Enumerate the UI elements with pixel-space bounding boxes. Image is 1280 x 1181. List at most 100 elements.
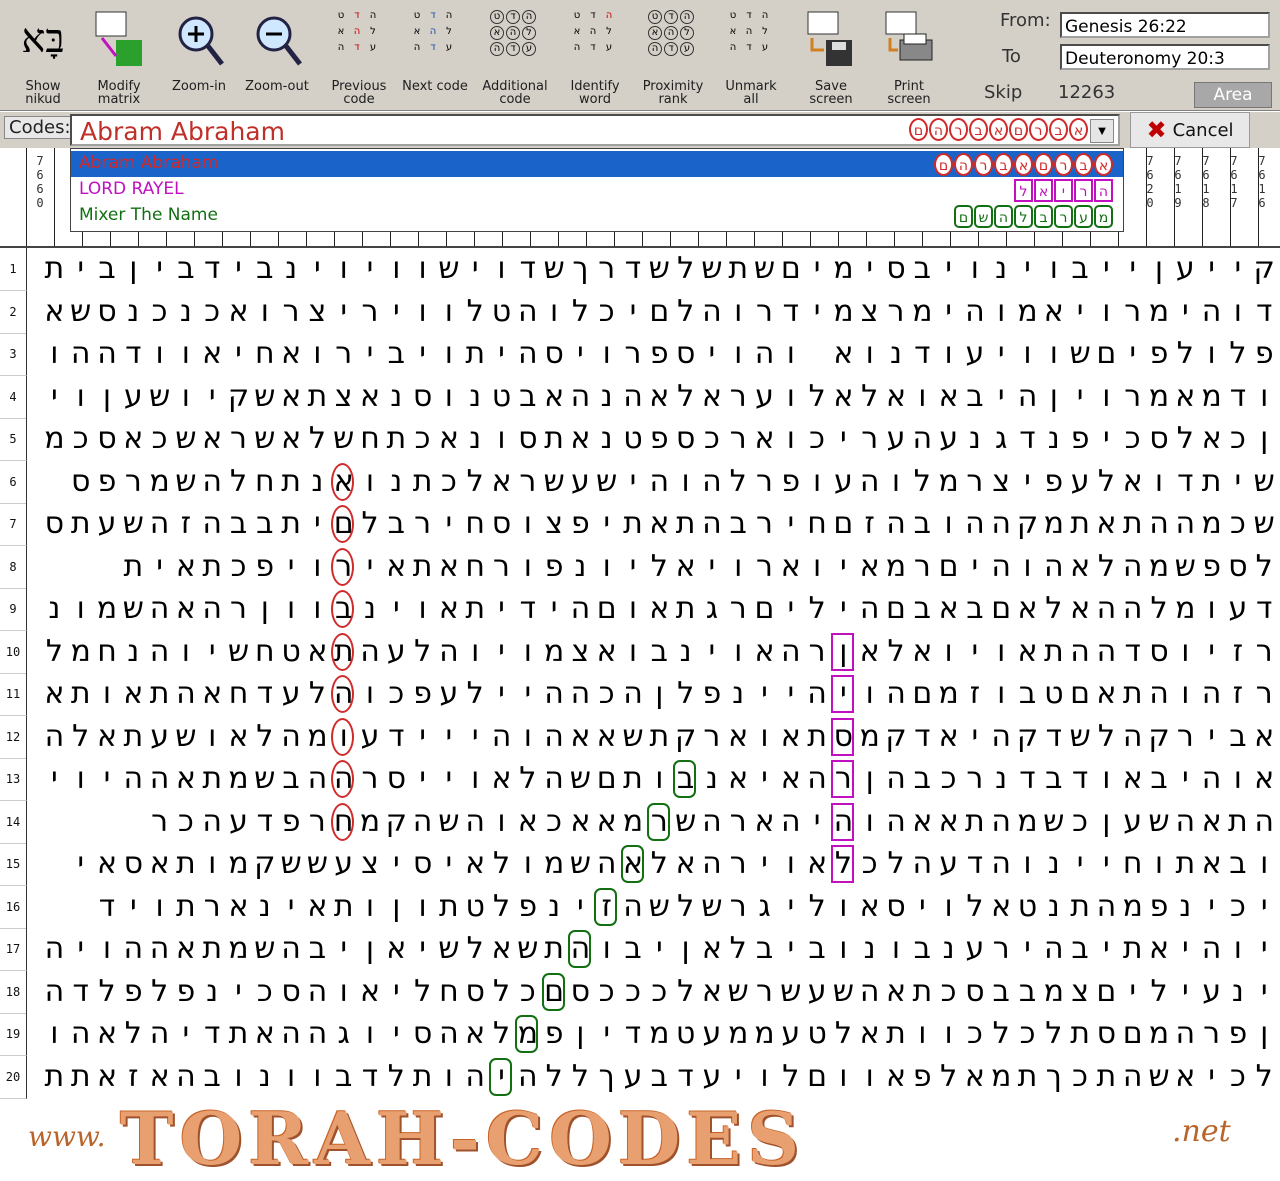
matrix-letter[interactable]: כ [936,971,961,1013]
matrix-letter[interactable]: ה [1094,631,1119,673]
matrix-letter[interactable]: כ [173,801,198,843]
matrix-letter[interactable]: א [910,631,935,673]
matrix-letter[interactable]: ו [515,503,540,545]
matrix-letter[interactable]: ה [621,886,646,928]
matrix-letter[interactable]: ה [1120,1056,1145,1098]
matrix-letter[interactable]: מ [857,716,882,758]
matrix-letter[interactable]: י [621,546,646,588]
matrix-letter[interactable]: ע [147,716,172,758]
identify-word-button[interactable]: ט ד ה א ה ל ה ד ע Identify word [560,4,630,106]
matrix-letter[interactable]: ר [331,333,356,375]
matrix-letter[interactable]: ר [515,461,540,503]
matrix-letter[interactable]: ע [384,631,409,673]
matrix-letter[interactable]: ד [778,291,803,333]
matrix-letter[interactable]: כ [647,971,672,1013]
matrix-letter[interactable]: מ [542,843,567,885]
matrix-letter[interactable]: ת [410,461,435,503]
matrix-letter[interactable]: מ [42,418,67,460]
matrix-letter[interactable]: ב [1147,758,1172,800]
matrix-letter[interactable]: ח [358,418,383,460]
matrix-letter[interactable]: ה [279,716,304,758]
matrix-letter[interactable]: ו [305,1056,330,1098]
matrix-letter[interactable]: נ [252,1056,277,1098]
matrix-letter[interactable]: א [673,546,698,588]
matrix-letter[interactable]: א [1147,928,1172,970]
dropdown-item[interactable]: Mixer The Name ם ש ה ל ב ר ע מ [71,203,1123,229]
matrix-letter[interactable]: ה [989,801,1014,843]
matrix-letter[interactable]: א [568,801,593,843]
matrix-letter[interactable]: נ [542,886,567,928]
matrix-letter[interactable]: ת [42,1056,67,1098]
matrix-letter[interactable]: ש [699,886,724,928]
matrix-letter[interactable]: ר [358,758,383,800]
matrix-letter[interactable]: א [358,376,383,418]
matrix-letter[interactable]: ו [1252,843,1277,885]
matrix-letter[interactable]: ת [279,503,304,545]
matrix-letter[interactable]: ו [831,928,856,970]
matrix-letter[interactable]: ו [279,588,304,630]
matrix-letter[interactable]: ת [1225,801,1250,843]
matrix-letter[interactable]: י [436,758,461,800]
matrix-letter[interactable]: ל [568,291,593,333]
matrix-letter[interactable]: ע [699,1013,724,1055]
matrix-letter[interactable]: ש [647,886,672,928]
matrix-letter[interactable]: ה [463,1056,488,1098]
matrix-letter[interactable]: י [1094,843,1119,885]
matrix-letter[interactable]: ר [726,418,751,460]
matrix-letter[interactable]: ע [962,928,987,970]
matrix-letter[interactable]: ב [726,503,751,545]
dropdown-item[interactable]: Abram Abraham ם ה ר ב א ם ר ב א [71,151,1123,177]
matrix-letter[interactable]: פ [647,333,672,375]
matrix-letter[interactable]: נ [699,758,724,800]
matrix-letter[interactable]: ל [463,928,488,970]
matrix-letter[interactable]: י [436,716,461,758]
matrix-letter[interactable]: ר [305,801,330,843]
matrix-letter[interactable]: י [1068,376,1093,418]
matrix-letter[interactable]: כ [226,546,251,588]
matrix-letter[interactable]: ה [1068,631,1093,673]
matrix-letter[interactable]: ה [1199,758,1224,800]
matrix-letter[interactable]: ו [726,546,751,588]
matrix-letter[interactable]: ה [1199,291,1224,333]
matrix-letter[interactable]: ם [805,1056,830,1098]
matrix-letter[interactable]: ל [515,758,540,800]
matrix-letter[interactable]: ס [884,248,909,290]
matrix-letter[interactable]: ס [1147,418,1172,460]
matrix-letter[interactable]: מ [305,716,330,758]
matrix-letter[interactable]: כ [699,418,724,460]
matrix-letter[interactable]: ש [252,376,277,418]
matrix-letter[interactable]: ח [463,546,488,588]
matrix-letter[interactable]: א [778,758,803,800]
matrix-letter[interactable]: י [358,248,383,290]
matrix-letter[interactable]: ס [95,418,120,460]
matrix-letter[interactable]: ש [1041,801,1066,843]
matrix-letter[interactable]: ל [936,1056,961,1098]
matrix-letter[interactable]: ו [1225,928,1250,970]
matrix-letter[interactable]: ר [884,291,909,333]
matrix-letter[interactable]: ן [647,673,672,715]
matrix-letter[interactable]: כ [936,758,961,800]
matrix-letter[interactable]: מ [1173,588,1198,630]
matrix-letter[interactable]: ו [726,631,751,673]
matrix-letter[interactable]: ס [463,971,488,1013]
matrix-letter[interactable]: ה [68,1013,93,1055]
matrix-letter[interactable]: ת [173,843,198,885]
matrix-letter[interactable]: ש [673,801,698,843]
matrix-letter[interactable]: י [410,758,435,800]
matrix-letter[interactable]: א [436,546,461,588]
matrix-letter[interactable]: פ [515,886,540,928]
matrix-letter[interactable]: י [1199,248,1224,290]
matrix-letter[interactable]: ן [1252,1013,1277,1055]
matrix-letter[interactable]: א [42,673,67,715]
matrix-letter[interactable]: ת [121,546,146,588]
matrix-letter[interactable]: פ [121,971,146,1013]
zoom-in-button[interactable]: Zoom-in [164,4,234,106]
matrix-letter[interactable]: ר [752,291,777,333]
matrix-letter[interactable]: ב [910,248,935,290]
matrix-letter[interactable]: ש [699,248,724,290]
matrix-letter[interactable]: ה [594,843,619,885]
matrix-letter[interactable]: ח [252,461,277,503]
matrix-letter[interactable]: מ [831,291,856,333]
area-button[interactable]: Area [1194,82,1272,108]
matrix-letter[interactable]: ש [1068,333,1093,375]
